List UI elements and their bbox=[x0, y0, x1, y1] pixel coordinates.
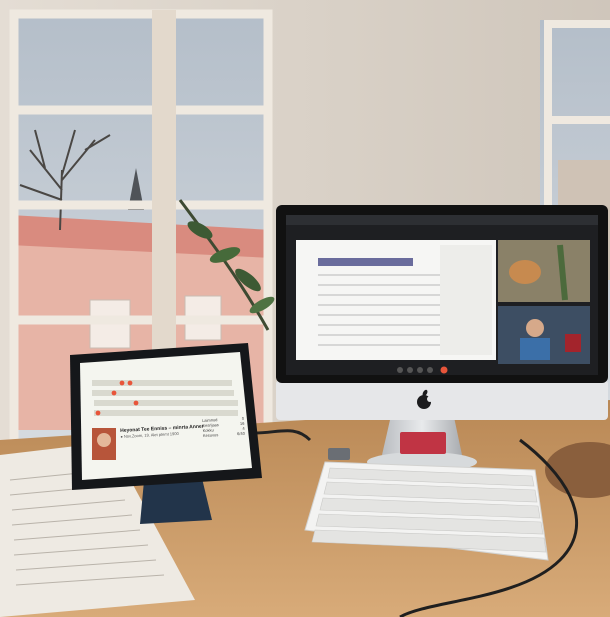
stat-value: 6/40 bbox=[236, 430, 245, 437]
usb-drive bbox=[328, 448, 350, 460]
stat-label: Kesuvus bbox=[202, 432, 219, 438]
video-call-icon bbox=[498, 240, 590, 364]
sticker-card bbox=[400, 432, 446, 454]
desk-photo: Heyonat Tee Enniss – minrta Anners ● Nov… bbox=[0, 0, 610, 617]
tablet-stats: Laimnud 0 Eesrijaas 16 Kokku 4 Kesuvus 6… bbox=[202, 416, 245, 438]
imac-chin bbox=[276, 380, 608, 420]
